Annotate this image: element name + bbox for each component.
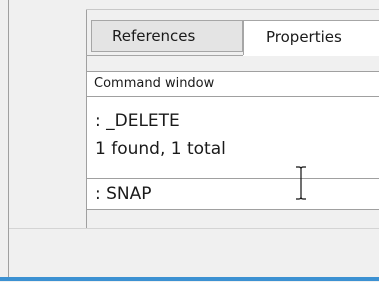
top-divider	[86, 9, 379, 10]
command-window-title: Command window	[86, 71, 379, 97]
active-tab-gap	[243, 55, 379, 56]
top-strip	[86, 0, 379, 9]
application-window: References Properties Command window : _…	[0, 0, 379, 282]
tab-references[interactable]: References	[91, 20, 243, 52]
side-panel	[9, 0, 87, 228]
command-history[interactable]: : _DELETE 1 found, 1 total	[86, 97, 379, 179]
history-line: : _DELETE	[95, 111, 180, 131]
status-bar	[9, 228, 379, 282]
history-line: 1 found, 1 total	[95, 139, 226, 159]
command-input[interactable]: : SNAP	[86, 179, 379, 210]
text-cursor-icon	[296, 166, 306, 200]
tab-properties[interactable]: Properties	[243, 20, 379, 55]
window-accent-border	[0, 277, 379, 281]
